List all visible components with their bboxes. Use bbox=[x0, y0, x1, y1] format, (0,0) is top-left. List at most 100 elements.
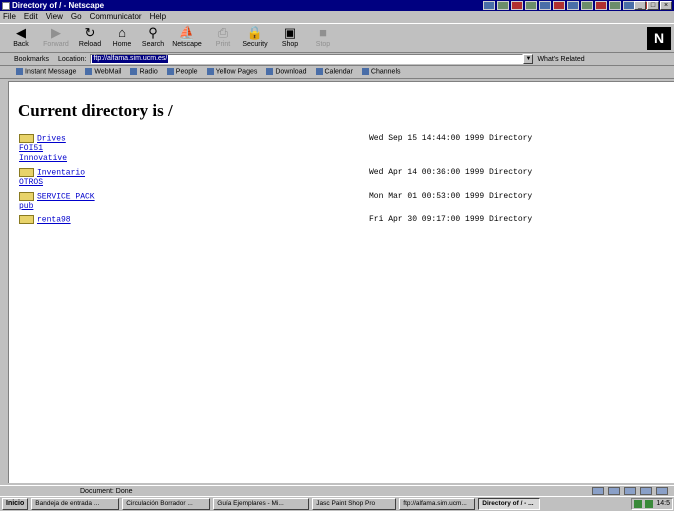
menu-edit[interactable]: Edit bbox=[24, 12, 38, 21]
task-button[interactable]: ftp://alfama.sim.ucm... bbox=[399, 498, 476, 510]
netscape-button[interactable]: ⛵ Netscape bbox=[170, 26, 204, 52]
system-tray: 14:5 bbox=[631, 498, 673, 510]
stop-icon: ■ bbox=[319, 25, 327, 40]
status-icon[interactable] bbox=[592, 487, 604, 495]
task-button[interactable]: Guía Ejemplares - Mi... bbox=[213, 498, 310, 510]
search-icon: ⚲ bbox=[148, 25, 158, 40]
location-dropdown-button[interactable]: ▼ bbox=[523, 54, 534, 64]
quick-icon[interactable] bbox=[581, 1, 593, 10]
menu-communicator[interactable]: Communicator bbox=[90, 12, 142, 21]
bookmarks-button[interactable]: Bookmarks bbox=[14, 56, 49, 63]
location-input[interactable]: ftp://alfama.sim.ucm.es/ bbox=[90, 54, 524, 64]
menu-go[interactable]: Go bbox=[71, 12, 82, 21]
quick-icon[interactable] bbox=[595, 1, 607, 10]
search-button[interactable]: ⚲ Search bbox=[136, 26, 170, 52]
folder-icon[interactable] bbox=[19, 134, 34, 143]
page-title: Current directory is / bbox=[18, 101, 173, 120]
bookmark-icon bbox=[266, 68, 274, 76]
task-button[interactable]: Circulación Borrador ... bbox=[122, 498, 211, 510]
back-button[interactable]: ◀ Back bbox=[4, 26, 38, 52]
personal-download[interactable]: Download bbox=[266, 68, 307, 76]
location-label: Location: bbox=[58, 55, 87, 63]
window-controls: _ □ × bbox=[634, 1, 672, 10]
menu-view[interactable]: View bbox=[46, 12, 63, 21]
security-button[interactable]: 🔒 Security bbox=[238, 26, 272, 52]
netscape-window-icon bbox=[2, 1, 10, 10]
start-button[interactable]: Inicio bbox=[2, 498, 29, 510]
reload-button[interactable]: ↻ Reload bbox=[73, 26, 107, 52]
menu-help[interactable]: Help bbox=[150, 12, 166, 21]
status-icon[interactable] bbox=[656, 487, 668, 495]
bookmark-icon bbox=[206, 68, 214, 76]
task-button-active[interactable]: Directory of / - ... bbox=[478, 498, 541, 510]
tray-icon[interactable] bbox=[645, 500, 654, 508]
quick-icon[interactable] bbox=[609, 1, 621, 10]
directory-link[interactable]: Drives bbox=[37, 135, 66, 144]
minimize-button[interactable]: _ bbox=[634, 1, 646, 10]
page-content: Current directory is / Drives Wed Sep 15… bbox=[8, 81, 674, 483]
personal-calendar[interactable]: Calendar bbox=[315, 68, 353, 76]
directory-link[interactable]: Inventario bbox=[37, 169, 85, 178]
folder-icon bbox=[361, 68, 369, 76]
home-button[interactable]: ⌂ Home bbox=[105, 26, 139, 52]
lock-icon: 🔒 bbox=[246, 25, 264, 40]
whats-related-button[interactable]: What's Related bbox=[537, 56, 584, 63]
forward-button[interactable]: ▶ Forward bbox=[39, 26, 73, 52]
shop-button[interactable]: ▣ Shop bbox=[273, 26, 307, 52]
plain-link[interactable]: Innovative bbox=[19, 154, 67, 163]
quick-icon[interactable] bbox=[483, 1, 495, 10]
print-button[interactable]: ⎙ Print bbox=[206, 26, 240, 52]
entry-meta: Mon Mar 01 00:53:00 1999 Directory bbox=[369, 192, 533, 201]
bookmark-icon bbox=[85, 68, 93, 76]
personal-instant-message[interactable]: Instant Message bbox=[16, 68, 76, 76]
quick-icon[interactable] bbox=[497, 1, 509, 10]
personal-radio[interactable]: Radio bbox=[130, 68, 158, 76]
bookmark-icon bbox=[315, 68, 323, 76]
directory-link[interactable]: SERVICE PACK bbox=[37, 193, 95, 202]
entry-meta: Fri Apr 30 09:17:00 1999 Directory bbox=[369, 215, 533, 224]
shop-icon: ▣ bbox=[283, 25, 297, 40]
close-button[interactable]: × bbox=[660, 1, 672, 10]
plain-link[interactable]: FOI51 bbox=[19, 144, 43, 153]
quick-launch-icons bbox=[483, 1, 649, 10]
quick-icon[interactable] bbox=[567, 1, 579, 10]
personal-people[interactable]: People bbox=[166, 68, 198, 76]
back-arrow-icon: ◀ bbox=[16, 25, 26, 40]
personal-yellow-pages[interactable]: Yellow Pages bbox=[206, 68, 257, 76]
status-icon[interactable] bbox=[640, 487, 652, 495]
folder-icon[interactable] bbox=[19, 168, 34, 177]
windows-taskbar: Inicio Bandeja de entrada ... Circulació… bbox=[0, 496, 674, 511]
personal-channels[interactable]: Channels bbox=[361, 68, 401, 76]
menu-bar: File Edit View Go Communicator Help bbox=[0, 11, 674, 22]
bookmark-icon bbox=[130, 68, 138, 76]
quick-icon[interactable] bbox=[511, 1, 523, 10]
directory-link[interactable]: renta98 bbox=[37, 216, 71, 225]
netscape-logo[interactable]: N bbox=[647, 27, 671, 50]
status-text: Document: Done bbox=[80, 487, 133, 495]
personal-webmail[interactable]: WebMail bbox=[85, 68, 121, 76]
directory-entry: Inventario Wed Apr 14 00:36:00 1999 Dire… bbox=[19, 168, 532, 178]
directory-entry: Drives Wed Sep 15 14:44:00 1999 Director… bbox=[19, 134, 532, 144]
status-icon[interactable] bbox=[624, 487, 636, 495]
folder-icon[interactable] bbox=[19, 215, 34, 224]
maximize-button[interactable]: □ bbox=[647, 1, 659, 10]
title-bar: Directory of / - Netscape _ □ × bbox=[0, 0, 674, 11]
task-button[interactable]: Bandeja de entrada ... bbox=[31, 498, 120, 510]
status-bar: Document: Done bbox=[0, 485, 674, 496]
location-url: ftp://alfama.sim.ucm.es/ bbox=[92, 55, 169, 63]
stop-button[interactable]: ■ Stop bbox=[306, 26, 340, 52]
folder-icon[interactable] bbox=[19, 192, 34, 201]
navigation-toolbar: ◀ Back ▶ Forward ↻ Reload ⌂ Home ⚲ Search ⛵ Ne… bbox=[0, 23, 674, 53]
tray-icon[interactable] bbox=[634, 500, 643, 508]
quick-icon[interactable] bbox=[539, 1, 551, 10]
quick-icon[interactable] bbox=[525, 1, 537, 10]
quick-icon[interactable] bbox=[553, 1, 565, 10]
bookmark-icon bbox=[166, 68, 174, 76]
task-button[interactable]: Jasc Paint Shop Pro bbox=[312, 498, 397, 510]
menu-file[interactable]: File bbox=[3, 12, 16, 21]
plain-link[interactable]: pub bbox=[19, 202, 33, 211]
status-icon[interactable] bbox=[608, 487, 620, 495]
entry-meta: Wed Apr 14 00:36:00 1999 Directory bbox=[369, 168, 533, 177]
plain-link[interactable]: OTROS bbox=[19, 178, 43, 187]
location-toolbar: Bookmarks Location: ftp://alfama.sim.ucm… bbox=[0, 53, 674, 66]
